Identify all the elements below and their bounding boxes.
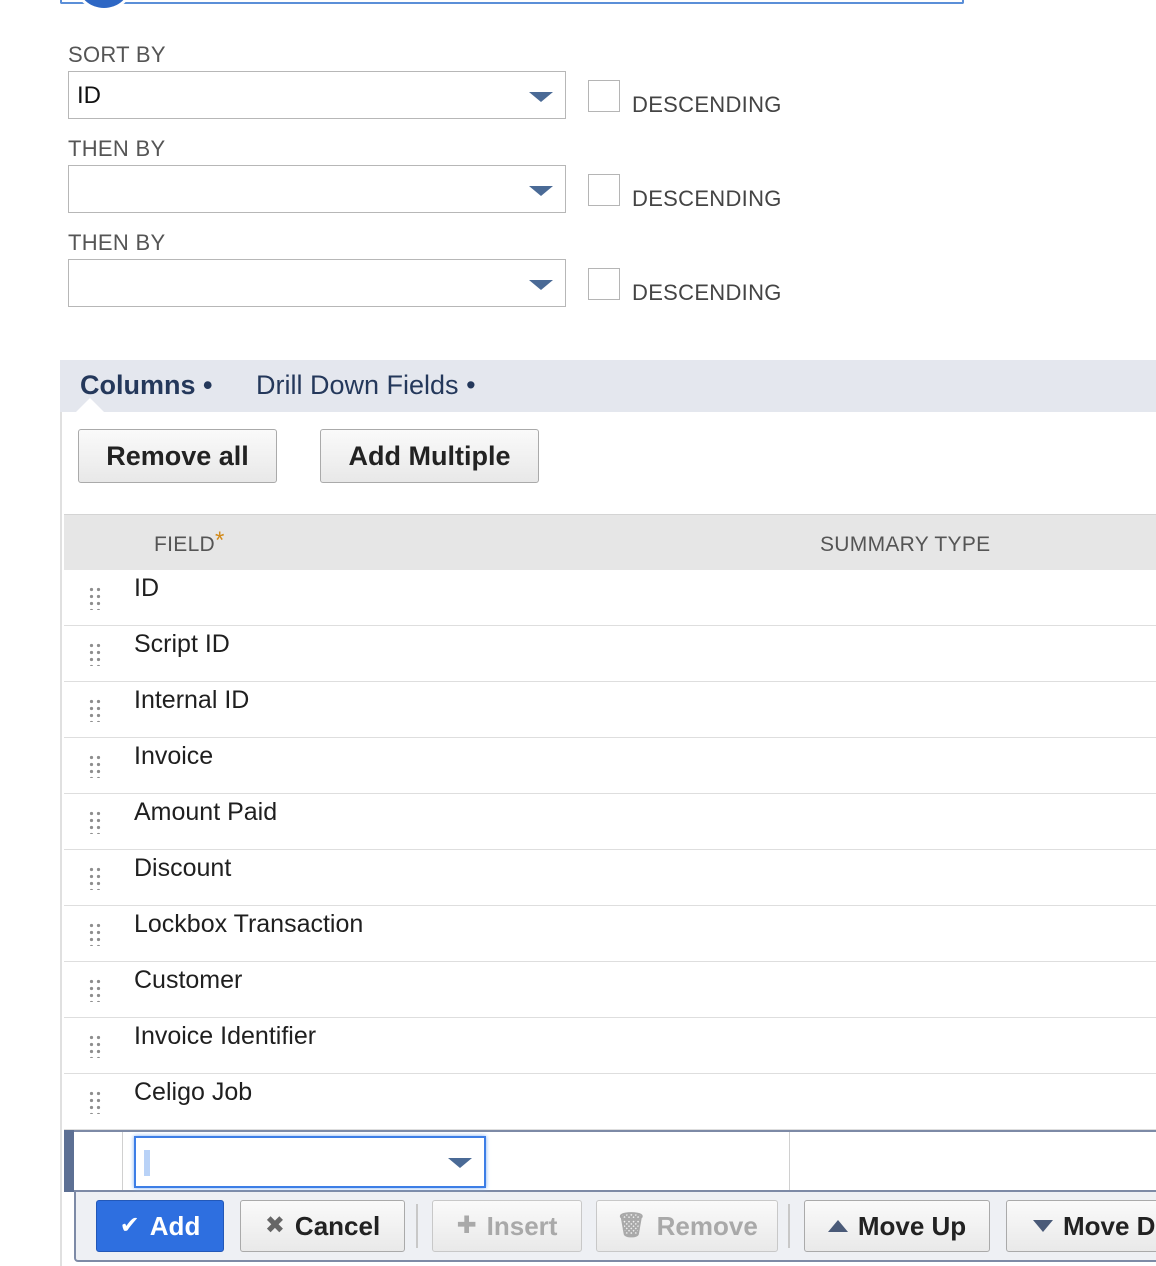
sort-by-label: SORT BY: [68, 42, 166, 67]
descending-label-2: DESCENDING: [632, 186, 782, 211]
descending-label-3: DESCENDING: [632, 280, 782, 305]
drag-handle-icon[interactable]: [88, 642, 102, 666]
drag-handle-icon[interactable]: [88, 1034, 102, 1058]
row-field: ID: [134, 574, 159, 602]
table-row[interactable]: Amount Paid: [64, 794, 1156, 850]
move-down-button[interactable]: Move Down: [1006, 1200, 1156, 1252]
column-divider: [789, 1132, 790, 1190]
chevron-down-icon: [529, 280, 553, 290]
row-field: Amount Paid: [134, 798, 278, 826]
checkmark-icon: ✔: [119, 1212, 140, 1239]
move-up-button-label: Move Up: [857, 1210, 967, 1241]
field-header-label: FIELD: [154, 533, 216, 556]
remove-all-button[interactable]: Remove all: [78, 429, 277, 483]
tab-columns[interactable]: Columns •: [80, 370, 212, 401]
move-up-button[interactable]: Move Up: [804, 1200, 990, 1252]
chevron-down-icon: [448, 1158, 472, 1168]
add-button[interactable]: ✔ Add: [96, 1200, 224, 1252]
required-marker: *: [215, 527, 225, 554]
descending-checkbox-1[interactable]: [588, 80, 620, 112]
x-icon: ✖: [264, 1212, 285, 1239]
row-field: Invoice: [134, 742, 214, 770]
descending-label-1: DESCENDING: [632, 92, 782, 117]
insert-button[interactable]: ✚ Insert: [432, 1200, 582, 1252]
row-field: Lockbox Transaction: [134, 910, 364, 938]
table-row[interactable]: Internal ID: [64, 682, 1156, 738]
table-row[interactable]: Invoice: [64, 738, 1156, 794]
then-by-select-1[interactable]: [68, 165, 566, 213]
drag-handle-icon[interactable]: [88, 810, 102, 834]
column-divider: [122, 1132, 123, 1190]
add-multiple-button[interactable]: Add Multiple: [320, 429, 539, 483]
drag-handle-icon[interactable]: [88, 922, 102, 946]
cancel-button-label: Cancel: [294, 1210, 381, 1241]
triangle-down-icon: [1033, 1220, 1053, 1232]
edit-row: [64, 1130, 1156, 1192]
sort-by-value: ID: [77, 82, 101, 109]
plus-icon: ✚: [456, 1212, 477, 1239]
row-field: Invoice Identifier: [134, 1022, 317, 1050]
tab-columns-marker: •: [203, 370, 213, 400]
previous-field-border: [60, 0, 964, 4]
drag-handle-icon[interactable]: [88, 866, 102, 890]
row-field: Customer: [134, 966, 243, 994]
remove-button-label: Remove: [656, 1210, 758, 1241]
grid-header: FIELD * SUMMARY TYPE: [64, 514, 1156, 571]
descending-checkbox-3[interactable]: [588, 268, 620, 300]
tab-columns-label: Columns: [80, 370, 196, 400]
drag-handle-icon[interactable]: [88, 754, 102, 778]
table-row[interactable]: Invoice Identifier: [64, 1018, 1156, 1074]
row-field: Celigo Job: [134, 1078, 253, 1106]
field-column-header[interactable]: FIELD *: [154, 527, 224, 557]
insert-button-label: Insert: [486, 1210, 558, 1241]
drag-handle-icon[interactable]: [88, 586, 102, 610]
toolbar-divider: [788, 1204, 790, 1248]
tab-drill-down-fields[interactable]: Drill Down Fields •: [256, 370, 476, 401]
table-row[interactable]: Lockbox Transaction: [64, 906, 1156, 962]
table-row[interactable]: Customer: [64, 962, 1156, 1018]
add-button-label: Add: [149, 1210, 201, 1241]
then-by-label-2: THEN BY: [68, 230, 166, 255]
subtab-bar: Columns • Drill Down Fields •: [60, 360, 1156, 412]
table-row[interactable]: Discount: [64, 850, 1156, 906]
row-field: Script ID: [134, 630, 230, 658]
move-down-button-label: Move Down: [1063, 1210, 1156, 1241]
sort-by-select[interactable]: ID: [68, 71, 566, 119]
field-select-input[interactable]: [134, 1136, 486, 1188]
tab-drill-down-label: Drill Down Fields: [256, 370, 459, 400]
row-field: Discount: [134, 854, 232, 882]
tab-drill-down-marker: •: [466, 370, 476, 400]
summary-type-column-header[interactable]: SUMMARY TYPE: [820, 533, 990, 557]
row-action-bar: ✔ Add ✖ Cancel ✚ Insert 🗑 Remove Move Up…: [74, 1192, 1156, 1262]
then-by-select-2[interactable]: [68, 259, 566, 307]
edit-row-marker: [64, 1130, 74, 1192]
then-by-label-1: THEN BY: [68, 136, 166, 161]
table-row[interactable]: ID: [64, 570, 1156, 626]
row-field: Internal ID: [134, 686, 250, 714]
triangle-up-icon: [827, 1220, 848, 1232]
text-cursor: [144, 1150, 150, 1176]
descending-checkbox-2[interactable]: [588, 174, 620, 206]
chevron-down-icon: [529, 92, 553, 102]
trash-icon: 🗑: [616, 1212, 647, 1239]
active-tab-notch: [76, 398, 104, 412]
table-row[interactable]: Celigo Job: [64, 1074, 1156, 1130]
drag-handle-icon[interactable]: [88, 978, 102, 1002]
cancel-button[interactable]: ✖ Cancel: [240, 1200, 405, 1252]
table-row[interactable]: Script ID: [64, 626, 1156, 682]
remove-button[interactable]: 🗑 Remove: [596, 1200, 778, 1252]
toolbar-divider: [416, 1204, 418, 1248]
chevron-down-icon: [529, 186, 553, 196]
drag-handle-icon[interactable]: [88, 1090, 102, 1114]
drag-handle-icon[interactable]: [88, 698, 102, 722]
